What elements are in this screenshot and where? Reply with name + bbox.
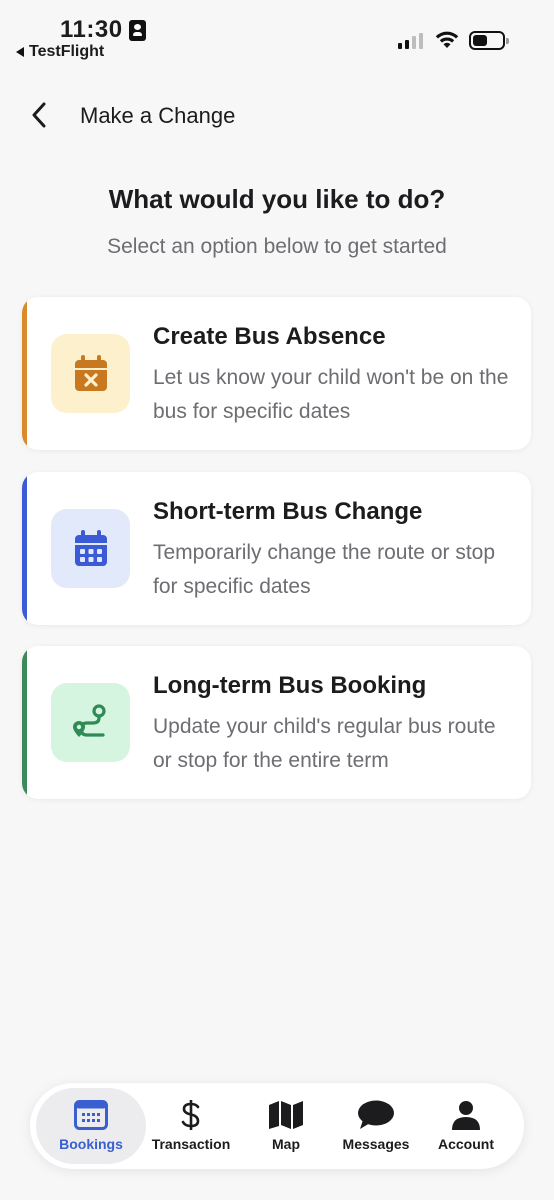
status-bar: 11:30 TestFlight bbox=[0, 0, 554, 70]
tab-label: Bookings bbox=[59, 1136, 123, 1152]
chevron-left-icon bbox=[32, 102, 46, 128]
card-description: Temporarily change the route or stop for… bbox=[153, 541, 496, 598]
back-triangle-icon bbox=[16, 47, 24, 57]
tab-transaction[interactable]: Transaction bbox=[146, 1088, 236, 1164]
contact-card-icon bbox=[128, 19, 146, 41]
person-icon bbox=[452, 1101, 480, 1130]
tab-account[interactable]: Account bbox=[422, 1088, 510, 1164]
nav-header: Make a Change bbox=[0, 95, 554, 135]
tab-label: Map bbox=[272, 1136, 300, 1152]
tab-map[interactable]: Map bbox=[242, 1088, 330, 1164]
battery-icon bbox=[469, 31, 509, 50]
main-heading: What would you like to do? bbox=[108, 184, 446, 214]
bottom-tab-bar: Bookings Transaction Map Messages Accoun… bbox=[30, 1083, 524, 1169]
option-card-create-bus-absence[interactable]: Create Bus Absence Let us know your chil… bbox=[22, 297, 531, 450]
cellular-signal-icon bbox=[398, 33, 423, 49]
card-icon-box bbox=[51, 334, 130, 413]
card-title: Short-term Bus Change bbox=[153, 498, 423, 525]
card-description: Let us know your child won't be on the b… bbox=[153, 366, 509, 423]
clock-time: 11:30 bbox=[60, 16, 123, 43]
tab-label: Transaction bbox=[151, 1136, 231, 1152]
card-title: Long-term Bus Booking bbox=[153, 672, 427, 699]
main-subheading: Select an option below to get started bbox=[107, 235, 447, 258]
tab-bookings[interactable]: Bookings bbox=[36, 1088, 146, 1164]
card-icon-box bbox=[51, 683, 130, 762]
option-card-short-term-bus-change[interactable]: Short-term Bus Change Temporarily change… bbox=[22, 472, 531, 625]
back-to-app-link[interactable]: TestFlight bbox=[16, 43, 104, 61]
option-card-long-term-bus-booking[interactable]: Long-term Bus Booking Update your child'… bbox=[22, 646, 531, 799]
tab-messages[interactable]: Messages bbox=[332, 1088, 420, 1164]
chat-bubble-icon bbox=[358, 1100, 394, 1129]
route-icon bbox=[72, 703, 106, 737]
wifi-icon bbox=[435, 31, 459, 48]
card-accent-bar bbox=[22, 472, 27, 625]
card-title: Create Bus Absence bbox=[153, 323, 386, 350]
clock: 11:30 bbox=[60, 16, 146, 44]
tab-label: Account bbox=[438, 1136, 494, 1152]
card-icon-box bbox=[51, 509, 130, 588]
dollar-icon bbox=[181, 1100, 200, 1130]
calendar-grid-icon bbox=[74, 1100, 108, 1130]
calendar-x-icon bbox=[74, 354, 107, 391]
calendar-icon bbox=[74, 529, 107, 566]
tab-label: Messages bbox=[342, 1136, 410, 1152]
back-button[interactable] bbox=[22, 97, 56, 133]
map-icon bbox=[269, 1101, 303, 1129]
card-accent-bar bbox=[22, 297, 27, 450]
card-description: Update your child's regular bus route or… bbox=[153, 715, 496, 772]
card-accent-bar bbox=[22, 646, 27, 799]
page-title: Make a Change bbox=[80, 103, 236, 128]
back-to-app-label: TestFlight bbox=[29, 43, 105, 60]
